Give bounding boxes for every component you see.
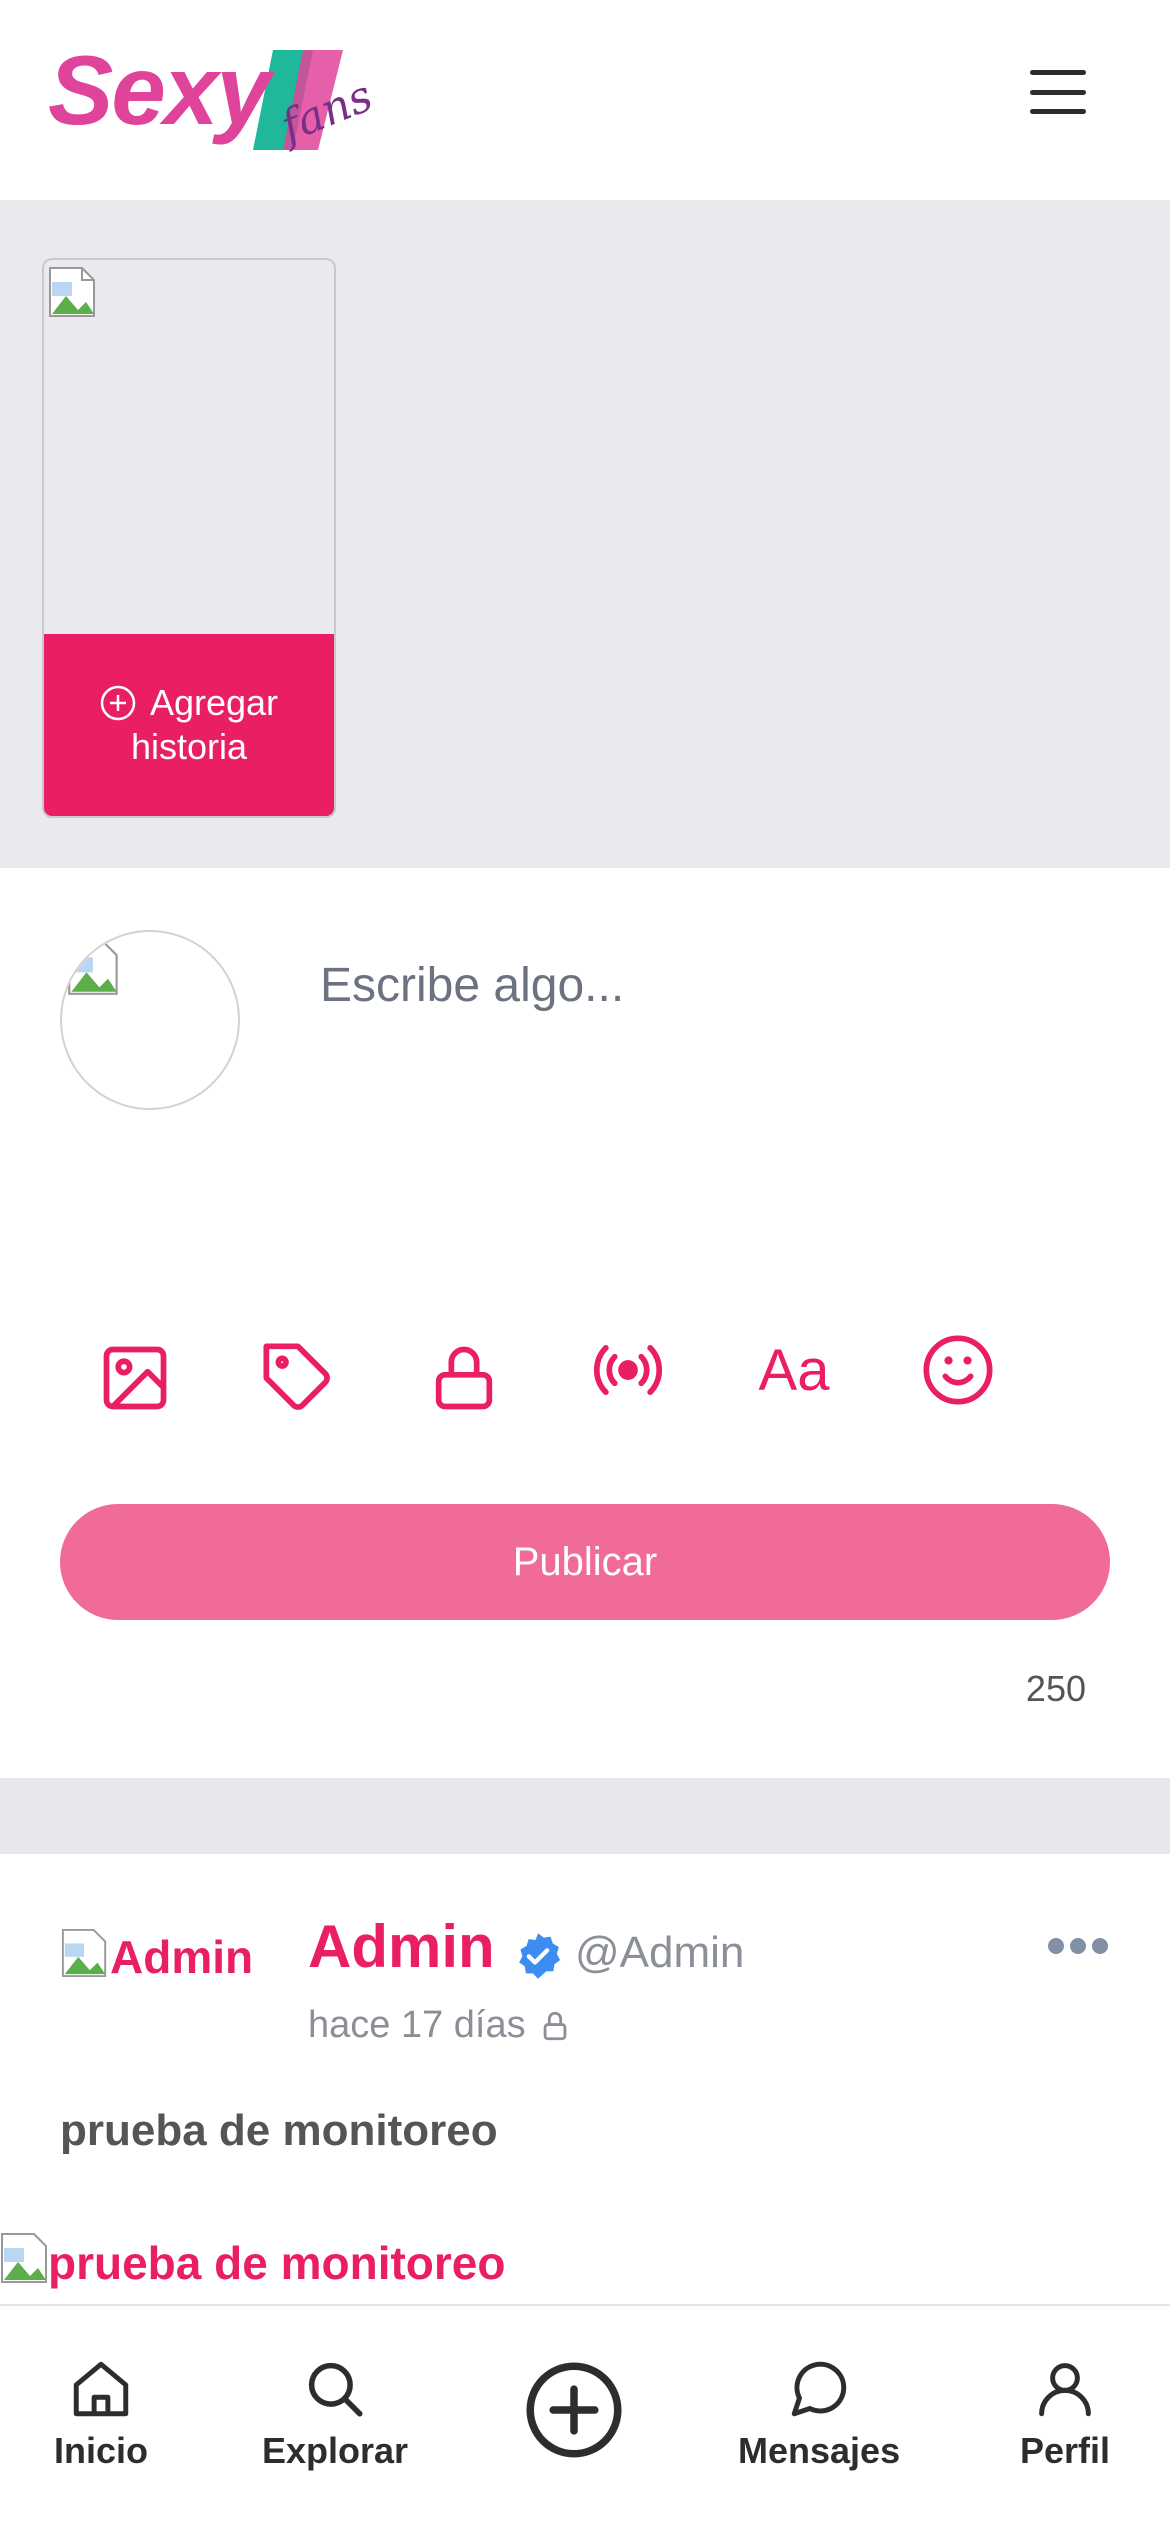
post-timestamp: hace 17 días — [308, 2004, 572, 2047]
nav-profile[interactable]: Perfil — [1020, 2356, 1110, 2472]
logo[interactable]: Sexy fans — [48, 30, 380, 170]
emoji-icon[interactable] — [898, 1310, 1018, 1430]
stories-section: Agregar historia — [0, 200, 1170, 868]
logo-text: Sexy — [48, 35, 271, 145]
nav-home[interactable]: Inicio — [54, 2356, 148, 2472]
text-format-icon[interactable]: Aa — [734, 1310, 854, 1430]
lock-icon[interactable] — [404, 1318, 524, 1438]
nav-messages-label: Mensajes — [738, 2430, 901, 2471]
post-text-input[interactable] — [320, 958, 1100, 1198]
composer-toolbar: Aa — [60, 1318, 1020, 1438]
character-counter: 250 — [1025, 1668, 1086, 1709]
tag-icon[interactable] — [238, 1318, 358, 1438]
post-image-alt-text: prueba de monitoreo — [48, 2237, 506, 2289]
verified-badge-icon — [519, 1933, 561, 1979]
top-bar: Sexy fans — [0, 0, 1170, 200]
more-options-icon[interactable] — [1048, 1938, 1108, 1954]
live-broadcast-icon[interactable] — [568, 1310, 688, 1430]
image-icon[interactable] — [75, 1318, 195, 1438]
broken-image-icon — [68, 941, 118, 995]
add-story-button[interactable]: Agregar historia — [44, 634, 334, 816]
user-icon — [1039, 2363, 1091, 2417]
home-icon — [73, 2361, 129, 2417]
add-story-label: Agregar — [149, 682, 279, 723]
avatar-alt-text: Admin — [110, 1931, 254, 1983]
text-format-label: Aa — [758, 1337, 830, 1403]
feed-post: Admin Admin @Admin hace 17 días prueba d… — [0, 1854, 1170, 2304]
nav-profile-label: Perfil — [1020, 2430, 1111, 2471]
chat-bubble-icon — [791, 2361, 847, 2417]
search-icon — [308, 2362, 363, 2417]
add-story-label-2: historia — [130, 726, 248, 767]
post-author-handle[interactable]: @Admin — [575, 1928, 744, 1978]
hamburger-menu-icon[interactable] — [1030, 70, 1088, 114]
add-story-card[interactable]: Agregar historia — [42, 258, 336, 818]
lock-icon — [543, 2011, 566, 2040]
post-composer: Aa Publicar 250 — [0, 868, 1170, 1778]
add-post-icon[interactable] — [524, 2360, 624, 2460]
bottom-navigation: Inicio Explorar Mensajes Perfil — [0, 2304, 1170, 2532]
nav-explore-label: Explorar — [262, 2430, 409, 2471]
post-text: prueba de monitoreo — [60, 2106, 498, 2155]
section-divider — [0, 1778, 1170, 1854]
broken-image-icon — [49, 267, 95, 317]
nav-messages[interactable]: Mensajes — [738, 2356, 900, 2472]
nav-home-label: Inicio — [54, 2430, 149, 2471]
post-author-avatar[interactable]: Admin — [60, 1924, 260, 1994]
post-time-text: hace 17 días — [308, 2004, 526, 2046]
post-author-name[interactable]: Admin — [308, 1912, 495, 1981]
publish-button[interactable]: Publicar — [60, 1504, 1110, 1620]
post-image[interactable]: prueba de monitoreo — [0, 2232, 1170, 2304]
nav-explore[interactable]: Explorar — [262, 2356, 408, 2472]
broken-image-icon — [1, 2233, 47, 2283]
broken-image-icon — [61, 1928, 107, 1978]
add-circle-icon — [100, 685, 136, 721]
user-avatar[interactable] — [60, 930, 240, 1110]
